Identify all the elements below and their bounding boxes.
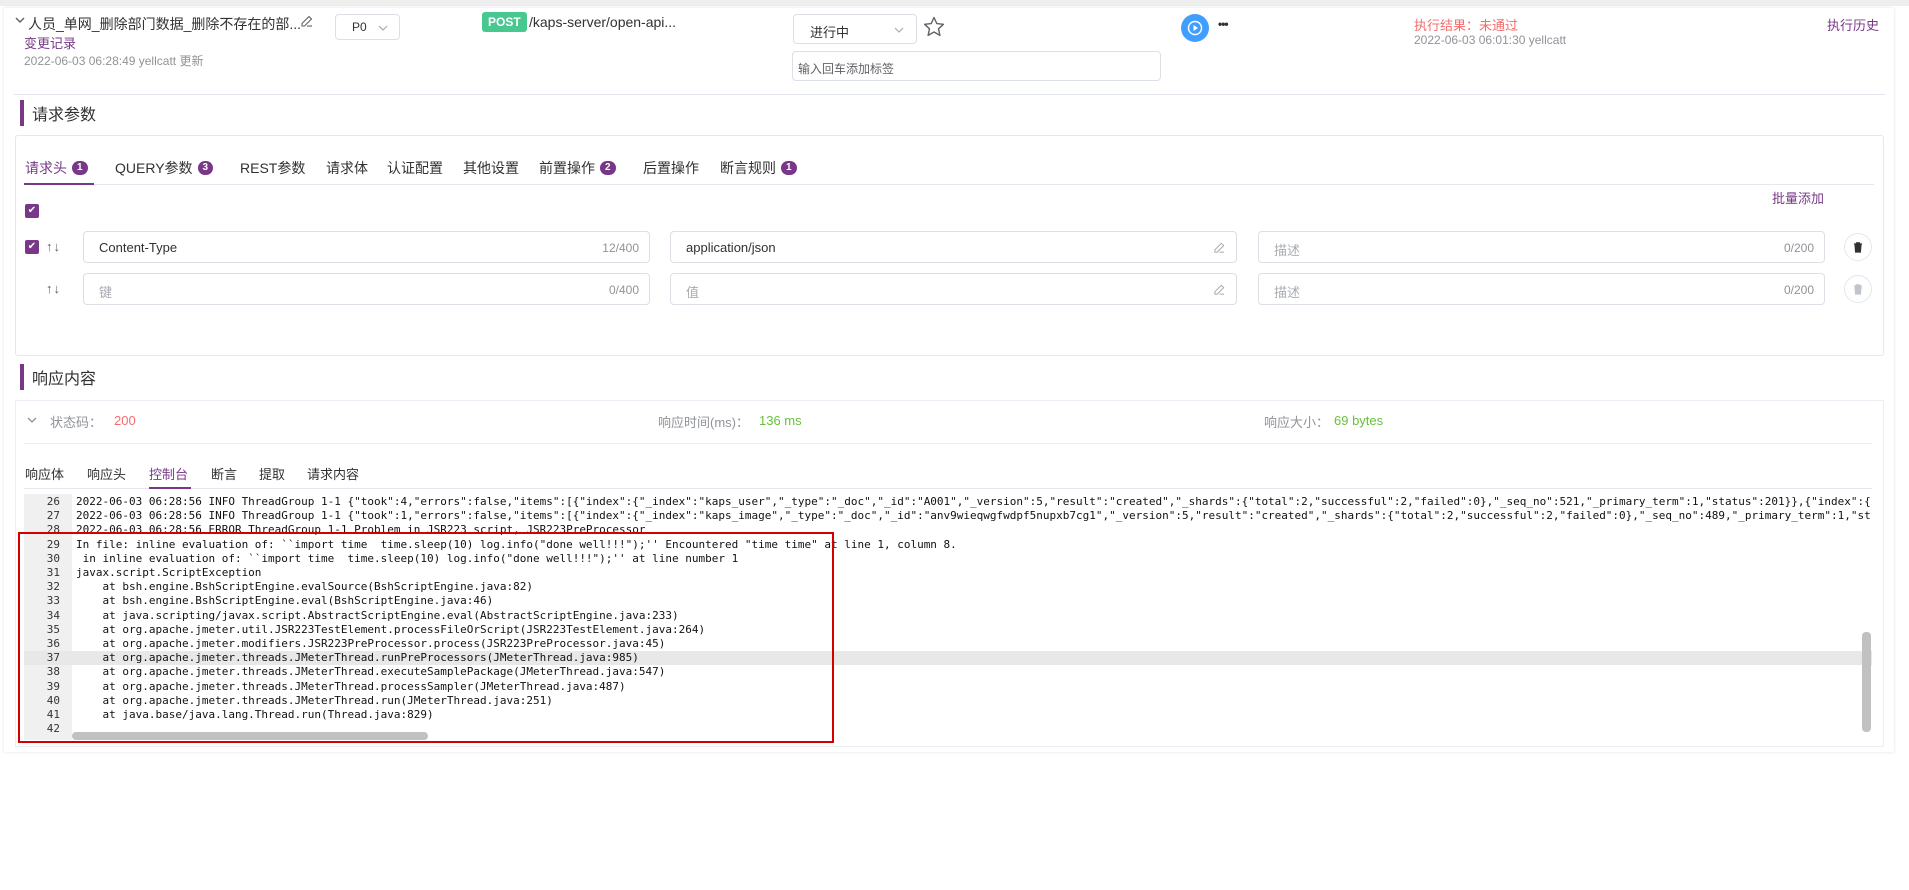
- change-log-link[interactable]: 变更记录: [24, 33, 76, 52]
- response-time-value: 136 ms: [759, 413, 802, 428]
- star-icon[interactable]: [922, 15, 946, 39]
- tab-assertions[interactable]: 断言规则 1: [720, 158, 797, 178]
- highlight-box: [18, 532, 834, 743]
- response-size-label: 响应大小：: [1264, 415, 1330, 430]
- header-value-input[interactable]: 值: [670, 273, 1237, 305]
- section-bar: [20, 364, 24, 390]
- header-value-input[interactable]: application/json: [670, 231, 1237, 263]
- status-code-value: 200: [114, 413, 136, 428]
- section-bar: [20, 100, 24, 126]
- case-name[interactable]: 人员_单网_删除部门数据_删除不存在的部...: [28, 14, 301, 34]
- tab-request-content[interactable]: 请求内容: [307, 464, 359, 483]
- tab-query[interactable]: QUERY参数 3: [115, 158, 214, 178]
- line-text: 2022-06-03 06:28:56 INFO ThreadGroup 1-1…: [76, 509, 1871, 523]
- edit-icon[interactable]: [1213, 283, 1226, 296]
- header-key-value: Content-Type: [99, 240, 178, 255]
- header-desc-input[interactable]: 描述 0/200: [1258, 273, 1825, 305]
- tab-body[interactable]: 请求体: [326, 158, 368, 178]
- count-badge: 1: [781, 161, 797, 175]
- tab-response-assertions[interactable]: 断言: [211, 464, 237, 483]
- tab-pre-ops[interactable]: 前置操作 2: [539, 158, 616, 178]
- delete-row-button[interactable]: [1844, 275, 1872, 303]
- key-counter: 0/400: [608, 283, 639, 297]
- run-button[interactable]: [1181, 14, 1209, 42]
- tag-input[interactable]: 输入回车添加标签: [792, 51, 1161, 81]
- history-link[interactable]: 执行历史: [1827, 15, 1879, 34]
- line-text: 2022-06-03 06:28:56 INFO ThreadGroup 1-1…: [76, 495, 1871, 508]
- value-placeholder: 值: [686, 285, 700, 300]
- desc-counter: 0/200: [1783, 241, 1814, 255]
- header-value-text: application/json: [686, 240, 776, 255]
- tab-response-body[interactable]: 响应体: [25, 464, 64, 483]
- tab-auth[interactable]: 认证配置: [387, 158, 443, 178]
- sort-arrows-icon[interactable]: ↑↓: [46, 239, 61, 254]
- request-section-title: 请求参数: [20, 100, 96, 126]
- header-desc-input[interactable]: 描述 0/200: [1258, 231, 1825, 263]
- tag-placeholder: 输入回车添加标签: [798, 62, 895, 76]
- chevron-down-icon: [894, 27, 904, 33]
- horizontal-scrollbar[interactable]: [72, 732, 428, 740]
- header-key-input[interactable]: Content-Type 12/400: [83, 231, 650, 263]
- trash-icon: [1854, 242, 1862, 253]
- sort-arrows-icon[interactable]: ↑↓: [46, 281, 61, 296]
- count-badge: 3: [197, 161, 214, 175]
- tab-bar-line: [24, 184, 1874, 185]
- status-code-label: 状态码：: [50, 415, 103, 430]
- tab-active-indicator: [24, 183, 94, 185]
- batch-add-link[interactable]: 批量添加: [1772, 188, 1824, 207]
- collapse-response-icon[interactable]: [26, 414, 38, 426]
- priority-value: P0: [352, 20, 367, 34]
- method-badge: POST: [482, 12, 527, 32]
- response-size-value: 69 bytes: [1334, 413, 1384, 428]
- updated-info: 2022-06-03 06:28:49 yellcatt 更新: [24, 54, 204, 68]
- tab-rest[interactable]: REST参数: [240, 158, 305, 178]
- priority-select[interactable]: P0: [335, 14, 400, 40]
- response-title: 响应内容: [32, 371, 97, 388]
- more-icon[interactable]: •••: [1218, 17, 1229, 31]
- count-badge: 2: [600, 161, 616, 175]
- status-value: 进行中: [810, 25, 850, 40]
- play-circle-icon: [1187, 20, 1203, 36]
- console-line: 27 2022-06-03 06:28:56 INFO ThreadGroup 1…: [24, 509, 1872, 523]
- trash-icon: [1854, 284, 1862, 295]
- chevron-down-icon: [378, 25, 388, 31]
- response-time-label: 响应时间(ms)：: [658, 415, 749, 430]
- tab-console[interactable]: 控制台: [149, 464, 188, 483]
- tab-extract[interactable]: 提取: [259, 464, 285, 483]
- tab-headers[interactable]: 请求头 1: [25, 158, 88, 178]
- request-url[interactable]: /kaps-server/open-api...: [529, 14, 676, 30]
- desc-counter: 0/200: [1783, 283, 1814, 297]
- request-title: 请求参数: [32, 107, 97, 124]
- vertical-scrollbar[interactable]: [1862, 632, 1871, 732]
- edit-name-icon[interactable]: [300, 14, 314, 28]
- edit-icon[interactable]: [1213, 241, 1226, 254]
- count-badge: 1: [72, 161, 88, 175]
- console-line: 26 2022-06-03 06:28:56 INFO ThreadGroup 1…: [24, 495, 1872, 509]
- status-select[interactable]: 进行中: [793, 14, 917, 44]
- header-key-input[interactable]: 键 0/400: [83, 273, 650, 305]
- desc-placeholder: 描述: [1274, 285, 1301, 300]
- divider: [24, 443, 1872, 444]
- select-all-checkbox[interactable]: ✔: [25, 204, 39, 218]
- delete-row-button[interactable]: [1844, 233, 1872, 261]
- desc-placeholder: 描述: [1274, 243, 1301, 258]
- line-number: 26: [46, 495, 60, 508]
- tab-active-indicator: [149, 487, 191, 489]
- collapse-icon[interactable]: [14, 14, 26, 26]
- tab-post-ops[interactable]: 后置操作: [643, 158, 699, 178]
- key-placeholder: 键: [99, 285, 113, 300]
- row-checkbox[interactable]: ✔: [25, 240, 39, 254]
- tab-other-settings[interactable]: 其他设置: [463, 158, 519, 178]
- response-section-title: 响应内容: [20, 364, 96, 390]
- result-time: 2022-06-03 06:01:30 yellcatt: [1414, 33, 1567, 47]
- tab-response-headers[interactable]: 响应头: [87, 464, 126, 483]
- tab-bar-line: [24, 488, 1872, 489]
- divider: [14, 94, 1885, 95]
- line-number: 27: [46, 509, 60, 523]
- result-text: 执行结果：未通过: [1414, 18, 1519, 33]
- top-border: [0, 0, 1909, 6]
- key-counter: 12/400: [602, 241, 639, 255]
